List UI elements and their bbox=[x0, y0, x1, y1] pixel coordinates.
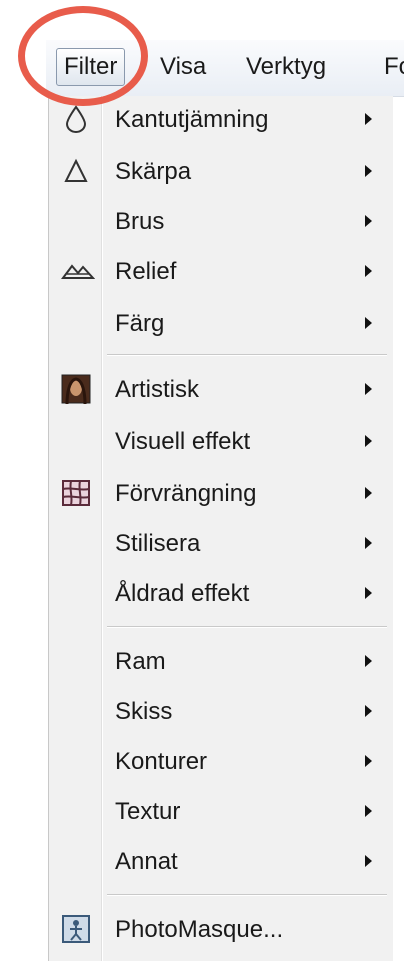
menu-item-label: Relief bbox=[115, 258, 177, 285]
submenu-arrow-icon bbox=[365, 755, 372, 767]
submenu-arrow-icon bbox=[365, 587, 372, 599]
menu-item-annat[interactable]: Annat bbox=[49, 842, 393, 882]
filter-dropdown-menu: Kantutjämning Skärpa Brus Relief Färg Ar… bbox=[48, 96, 393, 961]
submenu-arrow-icon bbox=[365, 317, 372, 329]
menu-item-forvrangning[interactable]: Förvrängning bbox=[49, 474, 393, 514]
menu-visa[interactable]: Visa bbox=[160, 52, 206, 82]
menu-item-skiss[interactable]: Skiss bbox=[49, 692, 393, 732]
menu-item-kantutjamning[interactable]: Kantutjämning bbox=[49, 100, 393, 140]
submenu-arrow-icon bbox=[365, 435, 372, 447]
submenu-arrow-icon bbox=[365, 383, 372, 395]
menu-item-label: Textur bbox=[115, 798, 181, 825]
highlight-circle-annotation bbox=[18, 6, 148, 106]
menu-item-label: PhotoMasque... bbox=[115, 916, 284, 943]
submenu-arrow-icon bbox=[365, 655, 372, 667]
submenu-arrow-icon bbox=[365, 113, 372, 125]
menu-item-label: Åldrad effekt bbox=[115, 580, 250, 607]
menu-verktyg[interactable]: Verktyg bbox=[246, 52, 326, 82]
menu-item-ram[interactable]: Ram bbox=[49, 642, 393, 682]
portrait-icon bbox=[61, 374, 91, 405]
menu-item-label: Artistisk bbox=[115, 376, 199, 403]
relief-mountain-icon bbox=[61, 256, 96, 286]
submenu-arrow-icon bbox=[365, 537, 372, 549]
menu-item-relief[interactable]: Relief bbox=[49, 252, 393, 292]
submenu-arrow-icon bbox=[365, 265, 372, 277]
menu-item-stilisera[interactable]: Stilisera bbox=[49, 524, 393, 564]
menu-item-label: Förvrängning bbox=[115, 480, 257, 507]
menu-item-label: Brus bbox=[115, 208, 165, 235]
menu-item-aldrad-effekt[interactable]: Åldrad effekt bbox=[49, 574, 393, 614]
drop-icon bbox=[61, 104, 91, 134]
menu-item-artistisk[interactable]: Artistisk bbox=[49, 370, 393, 410]
menu-separator bbox=[107, 894, 387, 896]
menu-item-label: Kantutjämning bbox=[115, 106, 269, 133]
menu-separator bbox=[107, 354, 387, 356]
photomasque-icon bbox=[61, 914, 91, 944]
submenu-arrow-icon bbox=[365, 855, 372, 867]
submenu-arrow-icon bbox=[365, 487, 372, 499]
menu-item-skarpa[interactable]: Skärpa bbox=[49, 152, 393, 192]
menu-item-label: Ram bbox=[115, 648, 166, 675]
menu-item-label: Skiss bbox=[115, 698, 173, 725]
submenu-arrow-icon bbox=[365, 705, 372, 717]
menu-item-visuell-effekt[interactable]: Visuell effekt bbox=[49, 422, 393, 462]
menu-item-label: Visuell effekt bbox=[115, 428, 251, 455]
submenu-arrow-icon bbox=[365, 805, 372, 817]
submenu-arrow-icon bbox=[365, 215, 372, 227]
menu-item-label: Konturer bbox=[115, 748, 208, 775]
menu-item-farg[interactable]: Färg bbox=[49, 304, 393, 344]
triangle-icon bbox=[61, 156, 91, 186]
menu-item-label: Annat bbox=[115, 848, 178, 875]
menu-item-label: Skärpa bbox=[115, 158, 192, 185]
menu-item-photomasque[interactable]: PhotoMasque... bbox=[49, 910, 393, 950]
menu-separator bbox=[107, 626, 387, 628]
menu-item-konturer[interactable]: Konturer bbox=[49, 742, 393, 782]
menu-item-label: Färg bbox=[115, 310, 165, 337]
menu-item-label: Stilisera bbox=[115, 530, 201, 557]
menu-fo-partial[interactable]: Fo bbox=[384, 52, 404, 82]
submenu-arrow-icon bbox=[365, 165, 372, 177]
menu-item-brus[interactable]: Brus bbox=[49, 202, 393, 242]
menu-item-textur[interactable]: Textur bbox=[49, 792, 393, 832]
grid-distort-icon bbox=[61, 478, 91, 508]
